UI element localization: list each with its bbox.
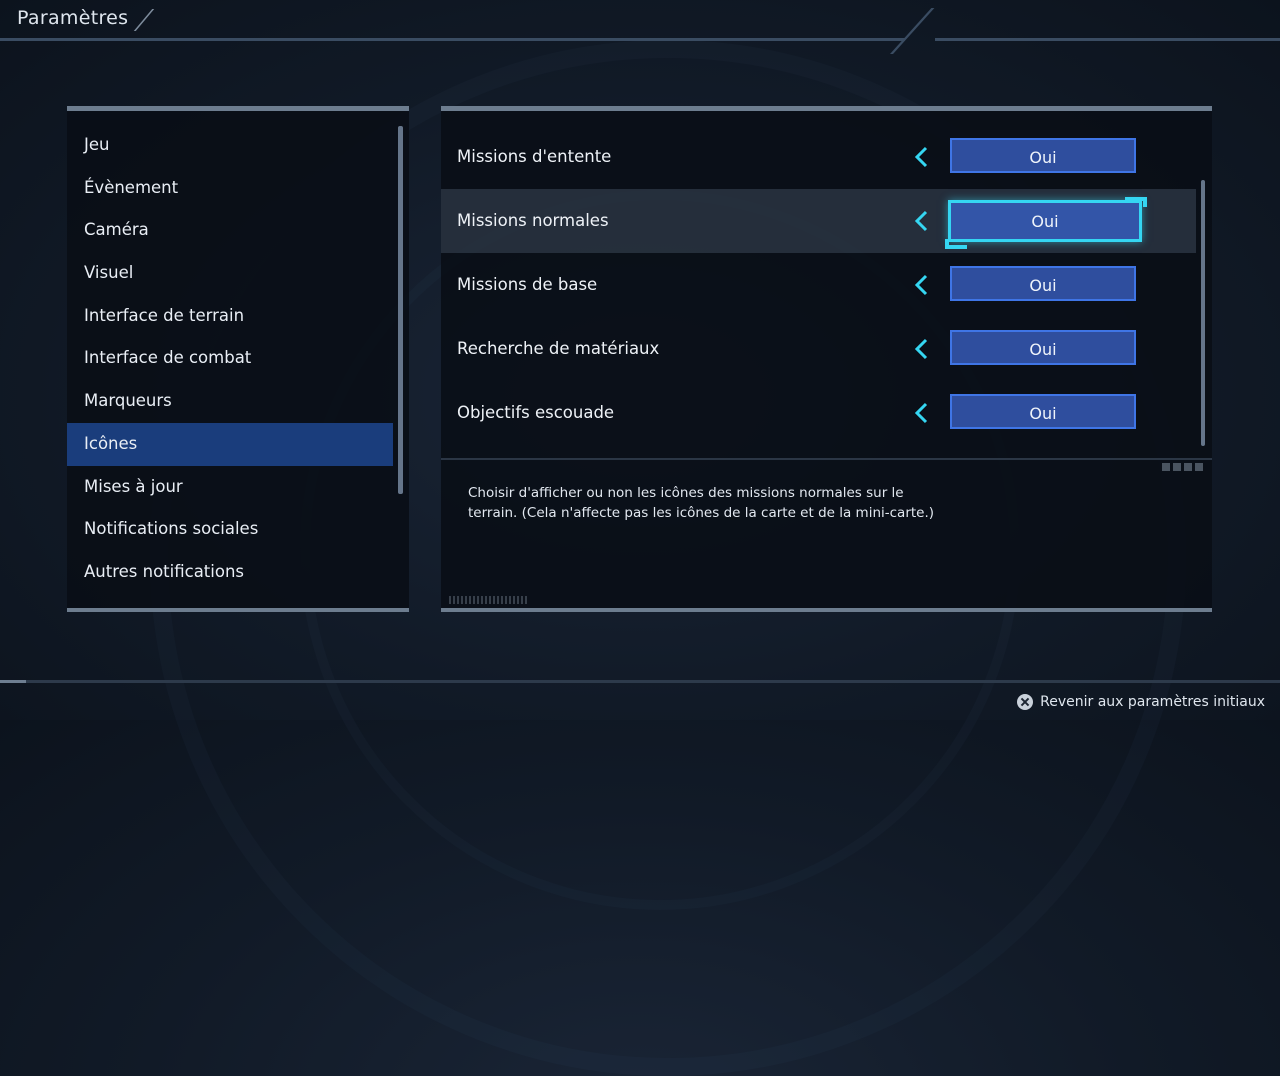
header-rule-right xyxy=(935,38,1280,41)
category-item-interface-terrain[interactable]: Interface de terrain xyxy=(67,295,393,338)
panel-decoration xyxy=(1162,463,1206,471)
option-label: Objectifs escouade xyxy=(457,403,615,422)
category-item-icones[interactable]: Icônes xyxy=(67,422,393,466)
category-item-visuel[interactable]: Visuel xyxy=(67,252,393,295)
category-item-marqueurs[interactable]: Marqueurs xyxy=(67,380,393,423)
option-value-button[interactable]: Oui xyxy=(948,200,1142,242)
panel-top-bar xyxy=(67,106,409,111)
chevron-left-icon[interactable] xyxy=(910,401,934,425)
description-divider xyxy=(441,458,1212,460)
option-row-missions-normales[interactable]: Missions normales Oui xyxy=(441,189,1196,253)
header-slash-decoration xyxy=(890,8,935,54)
category-panel: Jeu Évènement Caméra Visuel Interface de… xyxy=(67,106,409,612)
settings-panel: Missions d'entente Oui Missions normales… xyxy=(441,106,1212,612)
category-item-jeu[interactable]: Jeu xyxy=(67,124,393,167)
option-value-button[interactable]: Oui xyxy=(950,394,1136,429)
option-row-missions-entente[interactable]: Missions d'entente Oui xyxy=(441,125,1196,189)
reset-defaults-button[interactable]: Revenir aux paramètres initiaux xyxy=(1017,692,1265,712)
panel-bottom-bar xyxy=(67,608,409,612)
category-item-evenement[interactable]: Évènement xyxy=(67,167,393,210)
title-slash-decoration xyxy=(133,9,155,31)
option-value-button[interactable]: Oui xyxy=(950,266,1136,301)
category-item-autres-notifications[interactable]: Autres notifications xyxy=(67,551,393,594)
top-bar: Paramètres xyxy=(0,0,1280,54)
category-list: Jeu Évènement Caméra Visuel Interface de… xyxy=(67,124,393,594)
options-scrollbar[interactable] xyxy=(1201,180,1205,446)
category-item-mises-a-jour[interactable]: Mises à jour xyxy=(67,466,393,509)
category-scrollbar[interactable] xyxy=(398,126,403,494)
option-label: Missions normales xyxy=(457,211,609,230)
reset-defaults-label: Revenir aux paramètres initiaux xyxy=(1040,694,1265,710)
cross-button-icon xyxy=(1017,694,1034,710)
option-description: Choisir d'afficher ou non les icônes des… xyxy=(468,485,935,521)
option-label: Missions de base xyxy=(457,275,598,294)
page-title: Paramètres xyxy=(17,7,129,29)
option-value-button[interactable]: Oui xyxy=(950,138,1136,173)
selection-corner-decoration xyxy=(1125,197,1147,207)
option-row-missions-base[interactable]: Missions de base Oui xyxy=(441,253,1196,317)
option-row-recherche-materiaux[interactable]: Recherche de matériaux Oui xyxy=(441,317,1196,381)
option-label: Missions d'entente xyxy=(457,147,612,166)
footer-rule xyxy=(0,680,1280,683)
category-item-notifications-sociales[interactable]: Notifications sociales xyxy=(67,508,393,551)
chevron-left-icon[interactable] xyxy=(910,145,934,169)
selection-corner-decoration xyxy=(945,239,967,249)
panel-decoration-bars xyxy=(449,596,529,604)
category-item-camera[interactable]: Caméra xyxy=(67,209,393,252)
option-row-objectifs-escouade[interactable]: Objectifs escouade Oui xyxy=(441,381,1196,445)
chevron-left-icon[interactable] xyxy=(910,273,934,297)
header-rule xyxy=(0,38,905,41)
settings-panel-top-bar xyxy=(441,106,1212,111)
chevron-left-icon[interactable] xyxy=(910,209,934,233)
settings-panel-bottom-bar xyxy=(441,608,1212,612)
footer-rule-accent xyxy=(0,680,26,683)
option-label: Recherche de matériaux xyxy=(457,339,660,358)
category-item-interface-combat[interactable]: Interface de combat xyxy=(67,337,393,380)
chevron-left-icon[interactable] xyxy=(910,337,934,361)
option-value-button[interactable]: Oui xyxy=(950,330,1136,365)
